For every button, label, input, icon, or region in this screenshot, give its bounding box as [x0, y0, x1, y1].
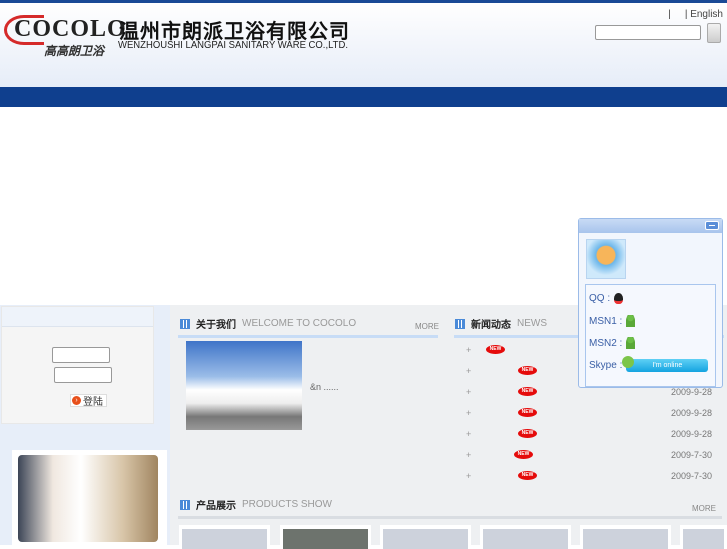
login-header	[2, 307, 153, 327]
qq-icon[interactable]	[614, 293, 624, 304]
news-date: 2009-9-28	[670, 408, 712, 418]
search-button[interactable]	[707, 23, 721, 43]
login-button-label: 登陆	[83, 397, 103, 408]
plus-icon: +	[466, 345, 472, 355]
product-image	[683, 529, 724, 549]
product-image	[283, 529, 368, 549]
login-panel: › 登陆	[1, 306, 154, 424]
company-logo[interactable]: COCOLO 高高朗卫浴	[4, 9, 126, 58]
grid-icon	[180, 499, 190, 510]
about-title-cn: 关于我们	[196, 320, 236, 331]
factory-photo	[186, 341, 302, 430]
news-title-cn: 新闻动态	[471, 320, 511, 331]
grid-icon	[180, 318, 190, 329]
news-date: 2009-9-28	[670, 429, 712, 439]
msn2-contact[interactable]: MSN2 :	[589, 337, 636, 349]
login-button[interactable]: › 登陆	[70, 394, 107, 408]
news-item[interactable]: + NEW 2009-7-30	[466, 471, 716, 485]
minimize-button[interactable]	[705, 221, 719, 230]
plus-icon: +	[466, 450, 472, 460]
new-badge: NEW	[518, 408, 537, 417]
products-title-cn: 产品展示	[196, 501, 236, 512]
skype-label: Skype :	[589, 360, 623, 371]
new-badge: NEW	[518, 366, 537, 375]
product-thumb[interactable]	[680, 525, 727, 549]
online-service-popup: QQ : MSN1 : MSN2 : Skype : I'm online	[578, 218, 723, 388]
msn1-label: MSN1 :	[589, 315, 623, 327]
products-more-link[interactable]: MORE	[692, 504, 716, 513]
news-item[interactable]: + NEW 2009-9-28	[466, 408, 716, 422]
plus-icon: +	[466, 408, 472, 418]
news-item[interactable]: + NEW 2009-9-28	[466, 387, 716, 401]
news-date: 2009-7-30	[670, 450, 712, 460]
about-title-en: WELCOME TO COCOLO	[242, 318, 357, 329]
plus-icon: +	[466, 471, 472, 481]
username-input[interactable]	[52, 347, 110, 363]
news-title: 新闻动态 NEWS	[455, 316, 547, 331]
msn2-label: MSN2 :	[589, 337, 623, 349]
grid-icon	[455, 318, 465, 329]
about-text: &n ......	[310, 382, 339, 392]
customer-service-banner[interactable]	[12, 450, 167, 545]
about-title: 关于我们 WELCOME TO COCOLO	[180, 316, 356, 331]
news-item[interactable]: + NEW 2009-7-30	[466, 450, 716, 464]
divider	[178, 516, 722, 519]
link-separator[interactable]: |	[668, 9, 671, 20]
header: COCOLO 高高朗卫浴 温州市朗派卫浴有限公司 WENZHOUSHI LANG…	[0, 3, 727, 87]
contact-list: QQ : MSN1 : MSN2 : Skype : I'm online	[585, 284, 716, 387]
arrow-icon: ›	[72, 396, 81, 405]
products-title: 产品展示 PRODUCTS SHOW	[180, 497, 332, 512]
product-thumb[interactable]	[280, 525, 371, 549]
qq-contact[interactable]: QQ :	[589, 293, 624, 304]
products-title-en: PRODUCTS SHOW	[242, 499, 332, 510]
msn1-contact[interactable]: MSN1 :	[589, 315, 636, 327]
nav-bar	[0, 87, 727, 107]
product-thumb[interactable]	[380, 525, 471, 549]
logo-text: COCOLO	[14, 16, 127, 42]
english-link[interactable]: | English	[685, 9, 723, 20]
new-badge: NEW	[518, 387, 537, 396]
qq-label: QQ :	[589, 293, 611, 304]
product-image	[383, 529, 468, 549]
about-more-link[interactable]: MORE	[415, 322, 439, 331]
product-image	[583, 529, 668, 549]
product-image	[483, 529, 568, 549]
skype-contact[interactable]: Skype : I'm online	[589, 356, 709, 372]
msn-icon[interactable]	[626, 337, 636, 349]
new-badge: NEW	[514, 450, 533, 459]
logo-cn: 高高朗卫浴	[44, 44, 105, 58]
top-links: | | English	[668, 9, 723, 20]
divider	[178, 335, 438, 338]
plus-icon: +	[466, 387, 472, 397]
news-item[interactable]: + NEW 2009-9-28	[466, 429, 716, 443]
staff-photo	[18, 455, 158, 542]
password-input[interactable]	[54, 367, 112, 383]
search-input[interactable]	[595, 25, 701, 40]
news-date: 2009-9-28	[670, 387, 712, 397]
product-thumb[interactable]	[580, 525, 671, 549]
plus-icon: +	[466, 429, 472, 439]
popup-header[interactable]	[579, 219, 722, 233]
product-thumb[interactable]	[179, 525, 270, 549]
company-name-en: WENZHOUSHI LANGPAI SANITARY WARE CO.,LTD…	[118, 40, 348, 51]
news-date: 2009-7-30	[670, 471, 712, 481]
product-image	[182, 529, 267, 549]
service-avatar	[586, 239, 626, 279]
news-title-en: NEWS	[517, 318, 547, 329]
new-badge: NEW	[486, 345, 505, 354]
msn-icon[interactable]	[626, 315, 636, 327]
new-badge: NEW	[518, 429, 537, 438]
new-badge: NEW	[518, 471, 537, 480]
product-thumb[interactable]	[480, 525, 571, 549]
plus-icon: +	[466, 366, 472, 376]
skype-online-button[interactable]: I'm online	[622, 356, 709, 372]
